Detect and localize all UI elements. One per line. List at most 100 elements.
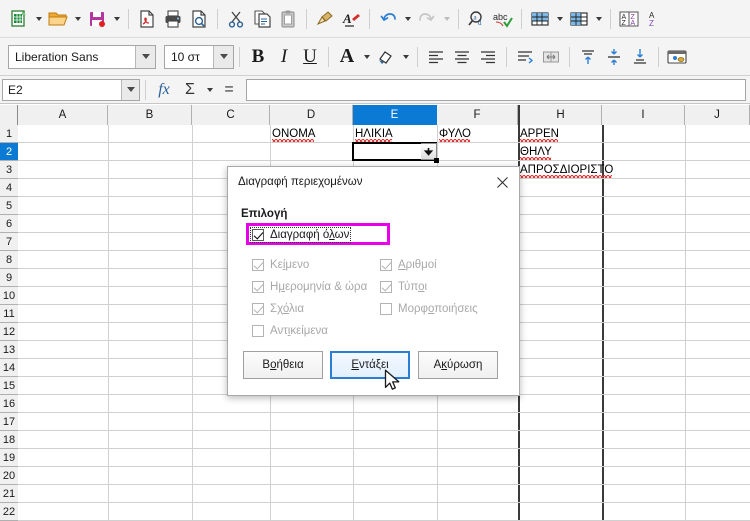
- row-header-5[interactable]: 5: [0, 197, 18, 215]
- equals-icon[interactable]: =: [216, 77, 242, 103]
- row-header-1[interactable]: 1: [0, 125, 18, 143]
- font-name-dropdown-icon[interactable]: [135, 45, 155, 68]
- align-bottom-button[interactable]: [627, 44, 653, 70]
- sort-dialog-button[interactable]: AZZA: [616, 6, 642, 32]
- row-header-2[interactable]: 2: [0, 143, 18, 161]
- format-as-currency-button[interactable]: [664, 44, 690, 70]
- wrap-text-button[interactable]: [512, 44, 538, 70]
- svg-text:Z: Z: [622, 20, 627, 27]
- align-left-button[interactable]: [423, 44, 449, 70]
- save-dropdown[interactable]: [110, 6, 123, 32]
- underline-button[interactable]: U: [297, 44, 323, 70]
- column-header-H[interactable]: H: [518, 105, 602, 125]
- help-button[interactable]: Βοήθεια: [243, 351, 323, 379]
- row-header-4[interactable]: 4: [0, 179, 18, 197]
- open-file-dropdown[interactable]: [71, 6, 84, 32]
- name-box-dropdown-icon[interactable]: [121, 79, 139, 100]
- column-header-B[interactable]: B: [108, 105, 192, 125]
- insert-column-dropdown[interactable]: [592, 6, 605, 32]
- close-icon[interactable]: [487, 169, 517, 195]
- row-header-label: 21: [2, 487, 16, 500]
- row-header-12[interactable]: 12: [0, 323, 18, 341]
- print-preview-button[interactable]: [186, 6, 212, 32]
- cell-H2[interactable]: ΘΗΛΥ: [518, 143, 552, 161]
- formula-input[interactable]: [246, 78, 746, 101]
- function-wizard-icon[interactable]: fx: [151, 77, 177, 103]
- row-header-13[interactable]: 13: [0, 341, 18, 359]
- select-all-corner[interactable]: [0, 105, 18, 125]
- new-document-button[interactable]: [6, 6, 32, 32]
- row-header-20[interactable]: 20: [0, 467, 18, 485]
- column-header-I[interactable]: I: [602, 105, 685, 125]
- bold-button[interactable]: B: [245, 44, 271, 70]
- redo-button[interactable]: [414, 6, 440, 32]
- font-color-dropdown[interactable]: [360, 44, 373, 70]
- highlight-color-dropdown[interactable]: [399, 44, 412, 70]
- row-header-6[interactable]: 6: [0, 215, 18, 233]
- row-header-11[interactable]: 11: [0, 305, 18, 323]
- align-middle-button[interactable]: [601, 44, 627, 70]
- row-header-label: 15: [2, 379, 16, 392]
- find-replace-button[interactable]: ad: [464, 6, 490, 32]
- new-document-dropdown[interactable]: [32, 6, 45, 32]
- sum-icon[interactable]: Σ: [177, 77, 203, 103]
- column-header-E[interactable]: E: [353, 105, 437, 125]
- row-header-15[interactable]: 15: [0, 377, 18, 395]
- row-header-10[interactable]: 10: [0, 287, 18, 305]
- row-header-18[interactable]: 18: [0, 431, 18, 449]
- cell-F1[interactable]: ΦΥΛΟ: [437, 125, 471, 143]
- insert-row-dropdown[interactable]: [553, 6, 566, 32]
- cut-button[interactable]: [223, 6, 249, 32]
- align-top-button[interactable]: [575, 44, 601, 70]
- row-header-3[interactable]: 3: [0, 161, 18, 179]
- cell-H3[interactable]: ΑΠΡΟΣΔΙΟΡΙΣΤΟ: [518, 161, 613, 179]
- row-header-8[interactable]: 8: [0, 251, 18, 269]
- name-box[interactable]: E2: [2, 78, 140, 101]
- column-header-D[interactable]: D: [270, 105, 353, 125]
- row-header-17[interactable]: 17: [0, 413, 18, 431]
- row-header-7[interactable]: 7: [0, 233, 18, 251]
- merge-cells-button[interactable]: [538, 44, 564, 70]
- delete-all-checkbox[interactable]: Διαγραφή όλων: [250, 227, 352, 243]
- column-header-label: D: [306, 109, 316, 121]
- save-button[interactable]: [84, 6, 110, 32]
- spelling-button[interactable]: abc: [490, 6, 516, 32]
- column-header-F[interactable]: F: [437, 105, 518, 125]
- clone-formatting-button[interactable]: [312, 6, 338, 32]
- insert-column-button[interactable]: [566, 6, 592, 32]
- align-center-button[interactable]: [449, 44, 475, 70]
- cancel-button[interactable]: Ακύρωση: [418, 351, 498, 379]
- sum-dropdown[interactable]: [203, 77, 216, 103]
- italic-button[interactable]: I: [271, 44, 297, 70]
- dialog-title: Διαγραφή περιεχομένων: [238, 176, 363, 188]
- cell-D1[interactable]: ΟΝΟΜΑ: [270, 125, 315, 143]
- column-header-J[interactable]: J: [685, 105, 750, 125]
- undo-dropdown[interactable]: [401, 6, 414, 32]
- column-header-C[interactable]: C: [192, 105, 270, 125]
- font-color-button[interactable]: A: [334, 44, 360, 70]
- row-header-21[interactable]: 21: [0, 485, 18, 503]
- copy-button[interactable]: [249, 6, 275, 32]
- font-size-dropdown-icon[interactable]: [213, 45, 233, 68]
- font-size-combo[interactable]: 10 στ: [164, 44, 234, 69]
- row-header-19[interactable]: 19: [0, 449, 18, 467]
- highlight-color-button[interactable]: [373, 44, 399, 70]
- font-name-combo[interactable]: Liberation Sans: [8, 44, 156, 69]
- open-file-button[interactable]: [45, 6, 71, 32]
- undo-button[interactable]: [375, 6, 401, 32]
- row-header-9[interactable]: 9: [0, 269, 18, 287]
- insert-row-button[interactable]: [527, 6, 553, 32]
- paste-button[interactable]: [275, 6, 301, 32]
- row-header-14[interactable]: 14: [0, 359, 18, 377]
- clear-formatting-button[interactable]: A: [338, 6, 364, 32]
- column-header-A[interactable]: A: [18, 105, 108, 125]
- export-pdf-button[interactable]: [134, 6, 160, 32]
- align-right-button[interactable]: [475, 44, 501, 70]
- fill-handle[interactable]: [434, 158, 439, 163]
- row-header-16[interactable]: 16: [0, 395, 18, 413]
- print-button[interactable]: [160, 6, 186, 32]
- cell-H1[interactable]: ΑΡΡΕΝ: [518, 125, 559, 143]
- row-header-22[interactable]: 22: [0, 503, 18, 521]
- sort-ascending-button[interactable]: AZ: [642, 6, 668, 32]
- cell-E1[interactable]: ΗΛΙΚΙΑ: [353, 125, 393, 143]
